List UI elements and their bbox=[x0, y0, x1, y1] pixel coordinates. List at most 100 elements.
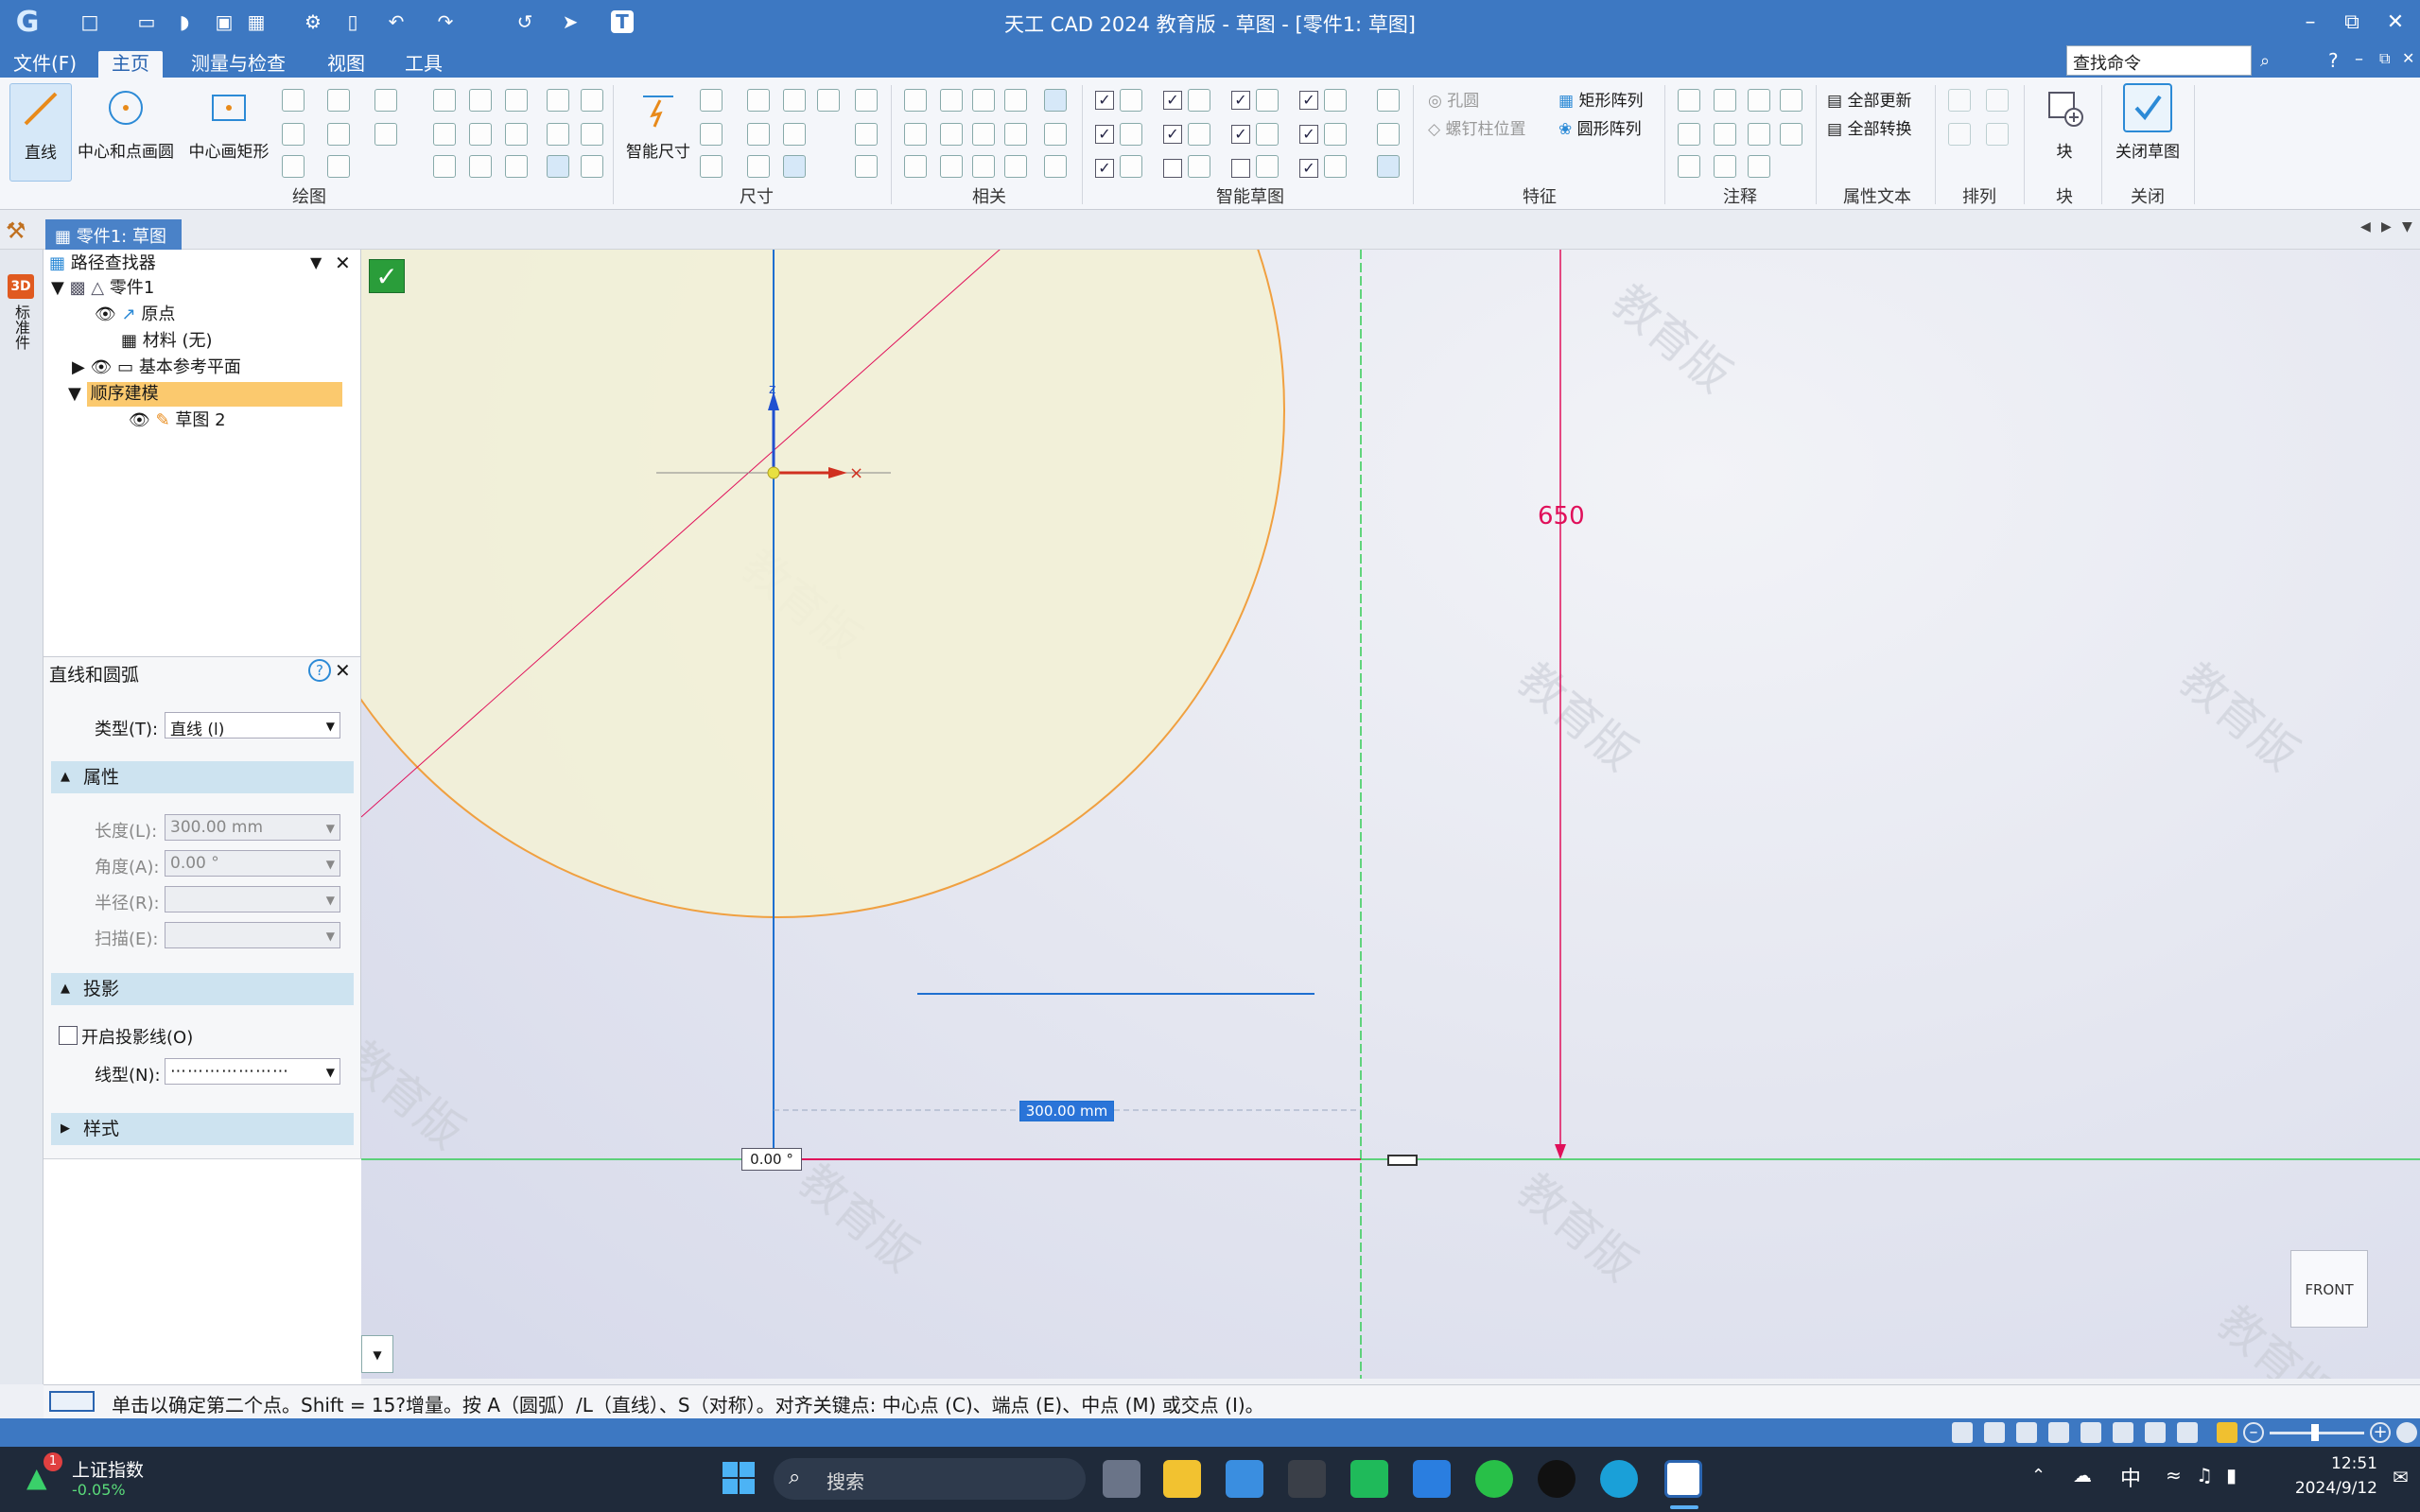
xy-plane-icon[interactable] bbox=[547, 155, 569, 178]
center-rect-button[interactable]: 中心画矩形 bbox=[182, 83, 276, 162]
include-icon[interactable] bbox=[581, 89, 603, 112]
rel-midpoint-icon[interactable] bbox=[972, 155, 995, 178]
tiangong-cad-icon[interactable] bbox=[1664, 1460, 1702, 1498]
smart-check-8[interactable]: ✓ bbox=[1299, 125, 1318, 144]
menu-tools[interactable]: 工具 bbox=[392, 51, 456, 78]
angle-dynamic-input[interactable]: 0.00 ° bbox=[741, 1148, 802, 1171]
arc-icon[interactable] bbox=[282, 89, 305, 112]
scale-icon[interactable] bbox=[469, 123, 492, 146]
dim-angle-icon[interactable] bbox=[700, 123, 723, 146]
dim-ordinate-icon[interactable] bbox=[783, 123, 806, 146]
dim-style-icon[interactable] bbox=[817, 89, 840, 112]
anno-callout-icon[interactable] bbox=[1678, 123, 1700, 146]
help-icon[interactable]: ? bbox=[2328, 49, 2339, 72]
text-icon[interactable] bbox=[505, 155, 528, 178]
rel-fix-icon[interactable] bbox=[1044, 89, 1067, 112]
rel-parallel-icon[interactable] bbox=[940, 89, 963, 112]
anno-balloon-icon[interactable] bbox=[1748, 89, 1770, 112]
pan-icon[interactable] bbox=[2048, 1422, 2069, 1443]
smart-parallel-icon[interactable] bbox=[1256, 155, 1279, 178]
rel-equal-icon[interactable] bbox=[940, 123, 963, 146]
smart-options-icon[interactable] bbox=[1377, 89, 1400, 112]
canvas-dropdown[interactable]: ▼ bbox=[361, 1335, 393, 1373]
sweep-input[interactable]: ▼ bbox=[165, 922, 340, 948]
mirror-icon[interactable] bbox=[374, 123, 397, 146]
stretch-icon[interactable] bbox=[505, 123, 528, 146]
battery-icon[interactable]: ▮ bbox=[2226, 1464, 2237, 1486]
rel-collinear-icon[interactable] bbox=[1004, 123, 1027, 146]
search-icon[interactable]: ⌕ bbox=[2260, 51, 2298, 74]
sketch-circle[interactable] bbox=[361, 250, 1285, 918]
3d-part-icon[interactable]: 3D bbox=[8, 274, 34, 299]
highlight-icon[interactable] bbox=[2217, 1422, 2237, 1443]
smart-display-icon[interactable] bbox=[1377, 123, 1400, 146]
text-size-icon[interactable] bbox=[855, 123, 878, 146]
zoom-out-icon[interactable]: – bbox=[2243, 1422, 2264, 1443]
extend-icon[interactable] bbox=[469, 89, 492, 112]
style-view-icon[interactable] bbox=[2145, 1422, 2166, 1443]
clock-date[interactable]: 2024/9/12 bbox=[2270, 1479, 2377, 1498]
keyboard-icon[interactable] bbox=[49, 1391, 95, 1412]
rel-symaxis-icon[interactable] bbox=[1004, 155, 1027, 178]
zoom-icon[interactable] bbox=[2016, 1422, 2037, 1443]
anno-box-a-icon[interactable] bbox=[1780, 123, 1802, 146]
dim-radius-icon[interactable] bbox=[747, 123, 770, 146]
smart-midpoint-icon[interactable] bbox=[1120, 123, 1142, 146]
anno-leader-icon[interactable] bbox=[1714, 89, 1736, 112]
smart-check-9[interactable]: ✓ bbox=[1095, 159, 1114, 178]
dim-baseline-icon[interactable] bbox=[783, 89, 806, 112]
render-icon[interactable] bbox=[2177, 1422, 2198, 1443]
section-attributes[interactable]: ▲ 属性 bbox=[51, 761, 354, 793]
tree-item-sketch[interactable]: 👁 ✎ 草图 2 bbox=[129, 408, 226, 433]
view-settings-icon[interactable] bbox=[2396, 1422, 2417, 1443]
hatch-icon[interactable] bbox=[469, 155, 492, 178]
arrange-down-icon[interactable] bbox=[1986, 123, 2009, 146]
curve-icon[interactable] bbox=[282, 155, 305, 178]
anno-check-icon[interactable] bbox=[1678, 155, 1700, 178]
dim-coord-icon[interactable] bbox=[700, 155, 723, 178]
pattern-icon[interactable] bbox=[327, 155, 350, 178]
rel-concentric-icon[interactable] bbox=[972, 89, 995, 112]
clock-time[interactable]: 12:51 bbox=[2283, 1454, 2377, 1473]
arrange-front-icon[interactable] bbox=[1948, 89, 1971, 112]
volume-icon[interactable]: ♫ bbox=[2196, 1464, 2213, 1486]
store-icon[interactable] bbox=[1226, 1460, 1263, 1498]
smart-angle-icon[interactable] bbox=[1324, 155, 1347, 178]
spline-icon[interactable] bbox=[327, 89, 350, 112]
task-view-icon[interactable] bbox=[1103, 1460, 1140, 1498]
text-a-icon[interactable] bbox=[855, 89, 878, 112]
ime-indicator[interactable]: 中 bbox=[2120, 1462, 2141, 1492]
smart-onpoint-icon[interactable] bbox=[1120, 155, 1142, 178]
photos-icon[interactable] bbox=[1413, 1460, 1451, 1498]
help-icon[interactable]: ? bbox=[308, 659, 331, 682]
close-window-button[interactable]: ✕ bbox=[2372, 6, 2419, 40]
smart-check-12[interactable]: ✓ bbox=[1299, 159, 1318, 178]
taskbar-search-box[interactable]: ⌕ 搜索 bbox=[774, 1458, 1086, 1500]
minimize-button[interactable]: – bbox=[2287, 6, 2334, 40]
rel-show-icon[interactable] bbox=[1044, 155, 1067, 178]
smart-check-2[interactable]: ✓ bbox=[1163, 91, 1182, 110]
update-all-button[interactable]: ▤ 全部更新 bbox=[1827, 87, 1911, 111]
rel-horizontal-icon[interactable] bbox=[972, 123, 995, 146]
rel-align-icon[interactable] bbox=[1044, 123, 1067, 146]
smart-check-3[interactable]: ✓ bbox=[1231, 91, 1250, 110]
origin-point-icon[interactable] bbox=[767, 466, 780, 479]
dim-symmetric-icon[interactable] bbox=[747, 89, 770, 112]
file-explorer-icon[interactable] bbox=[1163, 1460, 1201, 1498]
offset-icon[interactable] bbox=[327, 123, 350, 146]
linetype-select[interactable]: ⋯⋯⋯⋯⋯⋯⋯ ▼ bbox=[165, 1058, 340, 1085]
anno-surface-icon[interactable] bbox=[1748, 123, 1770, 146]
smart-tangent-icon[interactable] bbox=[1256, 123, 1279, 146]
section-style[interactable]: ▶ 样式 bbox=[51, 1113, 354, 1145]
rel-perp-icon[interactable] bbox=[904, 123, 927, 146]
sketch-view-icon[interactable] bbox=[2113, 1422, 2133, 1443]
corner-icon[interactable] bbox=[547, 123, 569, 146]
hole-button[interactable]: ◎ 孔圆 bbox=[1428, 87, 1479, 111]
chat-app-icon[interactable] bbox=[1350, 1460, 1388, 1498]
rel-tangent-icon[interactable] bbox=[904, 155, 927, 178]
smart-check-10[interactable] bbox=[1163, 159, 1182, 178]
rel-lock-icon[interactable] bbox=[1004, 89, 1027, 112]
smart-intersect-icon[interactable] bbox=[1188, 123, 1210, 146]
type-select[interactable]: 直线 (l) ▼ bbox=[165, 712, 340, 739]
sketch-drawing[interactable]: 教育版 教育版 教育版 教育版 教育版 教育版 教育版 教育版 650 bbox=[361, 250, 2420, 1379]
